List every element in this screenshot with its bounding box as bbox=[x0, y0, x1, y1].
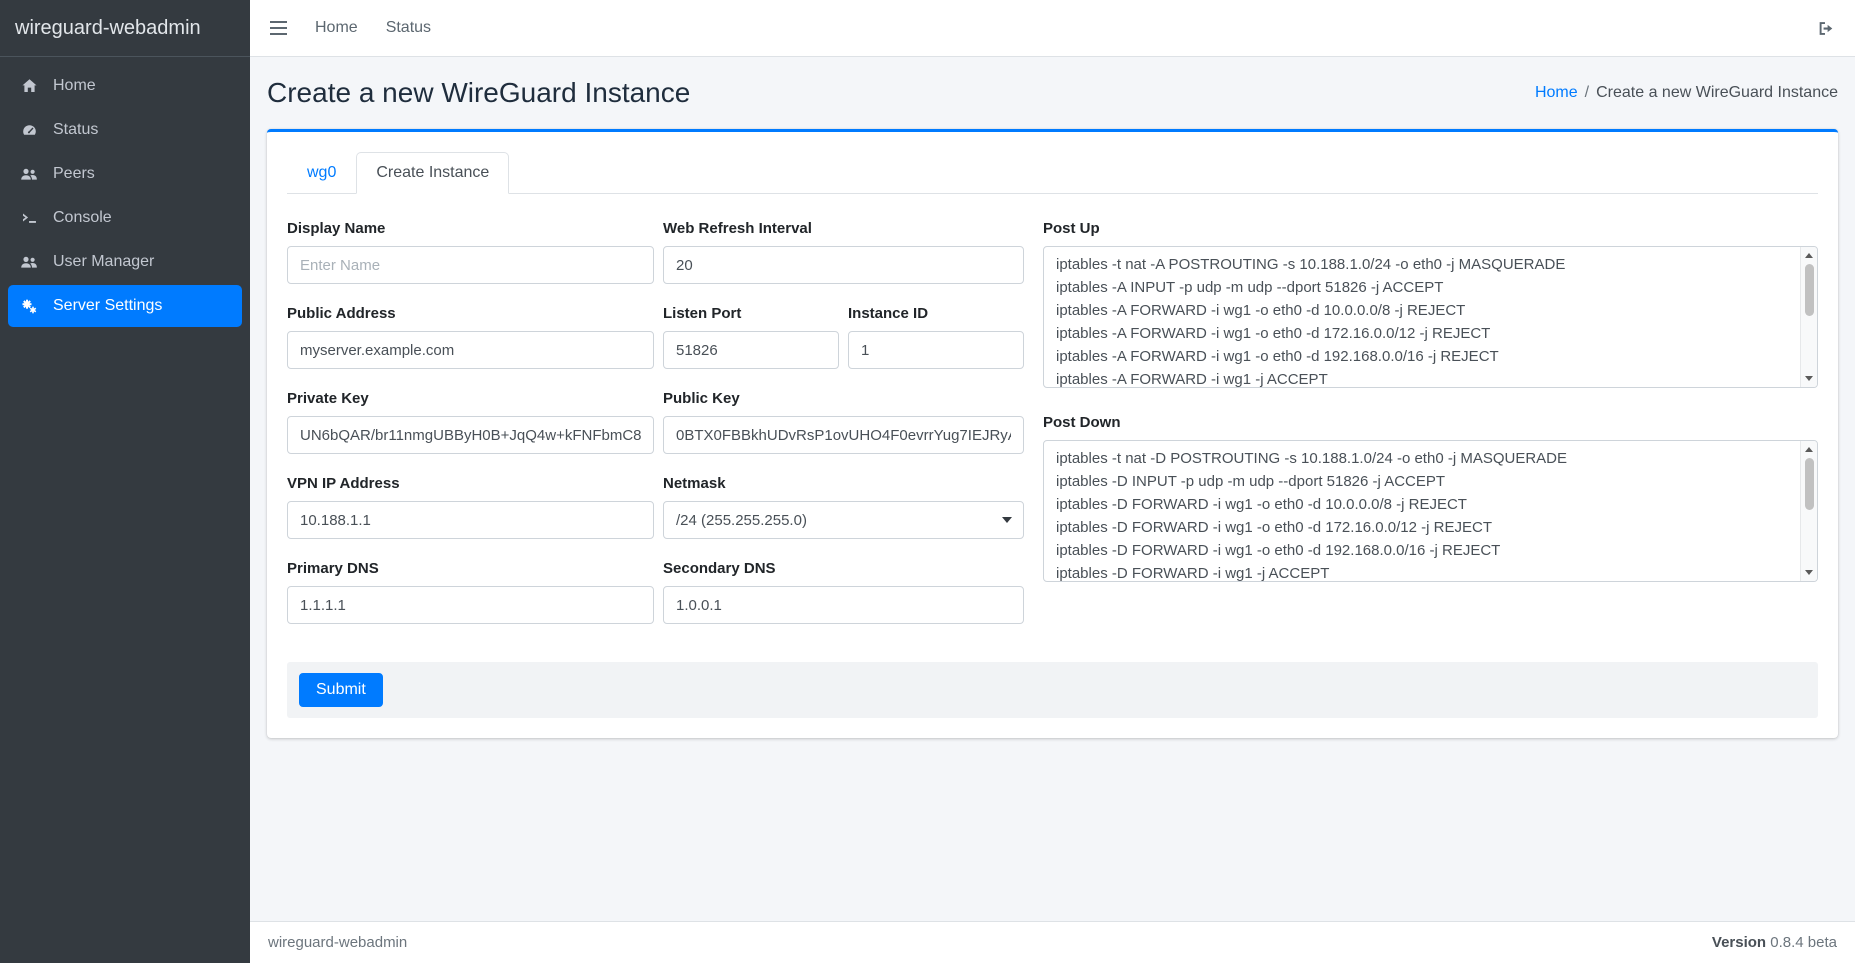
footer-version: Version 0.8.4 beta bbox=[1712, 934, 1837, 951]
create-instance-card: wg0 Create Instance Display Name Web Ref… bbox=[267, 129, 1838, 738]
breadcrumb: Home / Create a new WireGuard Instance bbox=[1535, 84, 1838, 102]
vpn-ip-input[interactable] bbox=[287, 501, 654, 539]
private-key-label: Private Key bbox=[287, 390, 654, 407]
display-name-input[interactable] bbox=[287, 246, 654, 284]
page-footer: wireguard-webadmin Version 0.8.4 beta bbox=[250, 921, 1855, 963]
scroll-up-arrow-icon[interactable] bbox=[1805, 447, 1813, 452]
listen-port-input[interactable] bbox=[663, 331, 839, 369]
sidebar-item-status[interactable]: Status bbox=[8, 109, 242, 151]
private-key-input[interactable] bbox=[287, 416, 654, 454]
web-refresh-interval-label: Web Refresh Interval bbox=[663, 220, 1024, 237]
terminal-icon bbox=[18, 210, 40, 226]
sidebar-item-console[interactable]: Console bbox=[8, 197, 242, 239]
gears-icon bbox=[18, 298, 40, 314]
netmask-select[interactable]: /24 (255.255.255.0) bbox=[663, 501, 1024, 539]
user-manager-users-icon bbox=[18, 254, 40, 270]
web-refresh-interval-input[interactable] bbox=[663, 246, 1024, 284]
hamburger-menu-icon[interactable] bbox=[270, 21, 287, 35]
sidebar: wireguard-webadmin Home Status Peers Con… bbox=[0, 0, 250, 963]
instance-tabs: wg0 Create Instance bbox=[287, 152, 1818, 194]
footer-version-label: Version bbox=[1712, 934, 1766, 951]
topnav-home-link[interactable]: Home bbox=[315, 19, 358, 37]
tab-create-instance[interactable]: Create Instance bbox=[356, 152, 509, 194]
display-name-label: Display Name bbox=[287, 220, 654, 237]
primary-dns-input[interactable] bbox=[287, 586, 654, 624]
status-gauge-icon bbox=[18, 122, 40, 138]
public-key-label: Public Key bbox=[663, 390, 1024, 407]
breadcrumb-separator: / bbox=[1585, 84, 1589, 101]
sidebar-item-user-manager[interactable]: User Manager bbox=[8, 241, 242, 283]
listen-port-label: Listen Port bbox=[663, 305, 839, 322]
post-down-textarea[interactable]: iptables -t nat -D POSTROUTING -s 10.188… bbox=[1043, 440, 1818, 582]
secondary-dns-input[interactable] bbox=[663, 586, 1024, 624]
public-address-label: Public Address bbox=[287, 305, 654, 322]
scroll-down-arrow-icon[interactable] bbox=[1805, 570, 1813, 575]
tab-wg0[interactable]: wg0 bbox=[287, 152, 356, 194]
sidebar-nav: Home Status Peers Console User Manager bbox=[0, 57, 250, 337]
form-left-section: Display Name Web Refresh Interval Public… bbox=[287, 220, 1024, 645]
top-navbar: Home Status bbox=[250, 0, 1855, 57]
post-up-textarea[interactable]: iptables -t nat -A POSTROUTING -s 10.188… bbox=[1043, 246, 1818, 388]
topnav-status-link[interactable]: Status bbox=[386, 19, 431, 37]
home-icon bbox=[18, 78, 40, 94]
post-down-scrollbar[interactable] bbox=[1800, 441, 1817, 581]
breadcrumb-current: Create a new WireGuard Instance bbox=[1596, 84, 1838, 101]
scrollbar-thumb[interactable] bbox=[1805, 264, 1814, 316]
post-down-label: Post Down bbox=[1043, 414, 1818, 431]
secondary-dns-label: Secondary DNS bbox=[663, 560, 1024, 577]
scroll-down-arrow-icon[interactable] bbox=[1805, 376, 1813, 381]
main-area: Home Status Create a new WireGuard Insta… bbox=[250, 0, 1855, 963]
submit-button[interactable]: Submit bbox=[299, 673, 383, 707]
submit-bar: Submit bbox=[287, 662, 1818, 718]
netmask-label: Netmask bbox=[663, 475, 1024, 492]
footer-brand: wireguard-webadmin bbox=[268, 934, 407, 951]
scrollbar-thumb[interactable] bbox=[1805, 458, 1814, 510]
netmask-select-wrap: /24 (255.255.255.0) bbox=[663, 501, 1024, 539]
peers-users-icon bbox=[18, 166, 40, 182]
primary-dns-label: Primary DNS bbox=[287, 560, 654, 577]
logout-icon[interactable] bbox=[1816, 20, 1835, 37]
instance-form: Display Name Web Refresh Interval Public… bbox=[287, 220, 1818, 645]
instance-id-input[interactable] bbox=[848, 331, 1024, 369]
sidebar-item-peers[interactable]: Peers bbox=[8, 153, 242, 195]
post-down-wrap: iptables -t nat -D POSTROUTING -s 10.188… bbox=[1043, 440, 1818, 582]
sidebar-item-label: Console bbox=[53, 209, 112, 227]
sidebar-item-label: Home bbox=[53, 77, 96, 95]
post-up-label: Post Up bbox=[1043, 220, 1818, 237]
breadcrumb-home-link[interactable]: Home bbox=[1535, 84, 1578, 101]
sidebar-item-server-settings[interactable]: Server Settings bbox=[8, 285, 242, 327]
public-key-input[interactable] bbox=[663, 416, 1024, 454]
sidebar-item-label: Status bbox=[53, 121, 98, 139]
page-header: Create a new WireGuard Instance Home / Cre… bbox=[267, 77, 1838, 109]
vpn-ip-label: VPN IP Address bbox=[287, 475, 654, 492]
instance-id-label: Instance ID bbox=[848, 305, 1024, 322]
post-up-scrollbar[interactable] bbox=[1800, 247, 1817, 387]
sidebar-item-home[interactable]: Home bbox=[8, 65, 242, 107]
content-area: Create a new WireGuard Instance Home / Cre… bbox=[250, 57, 1855, 921]
post-up-wrap: iptables -t nat -A POSTROUTING -s 10.188… bbox=[1043, 246, 1818, 388]
brand-title[interactable]: wireguard-webadmin bbox=[0, 0, 250, 57]
footer-version-value: 0.8.4 beta bbox=[1770, 934, 1837, 951]
scroll-up-arrow-icon[interactable] bbox=[1805, 253, 1813, 258]
page-title: Create a new WireGuard Instance bbox=[267, 77, 690, 109]
sidebar-item-label: User Manager bbox=[53, 253, 154, 271]
sidebar-item-label: Server Settings bbox=[53, 297, 162, 315]
public-address-input[interactable] bbox=[287, 331, 654, 369]
form-right-section: Post Up iptables -t nat -A POSTROUTING -… bbox=[1043, 220, 1818, 645]
sidebar-item-label: Peers bbox=[53, 165, 95, 183]
